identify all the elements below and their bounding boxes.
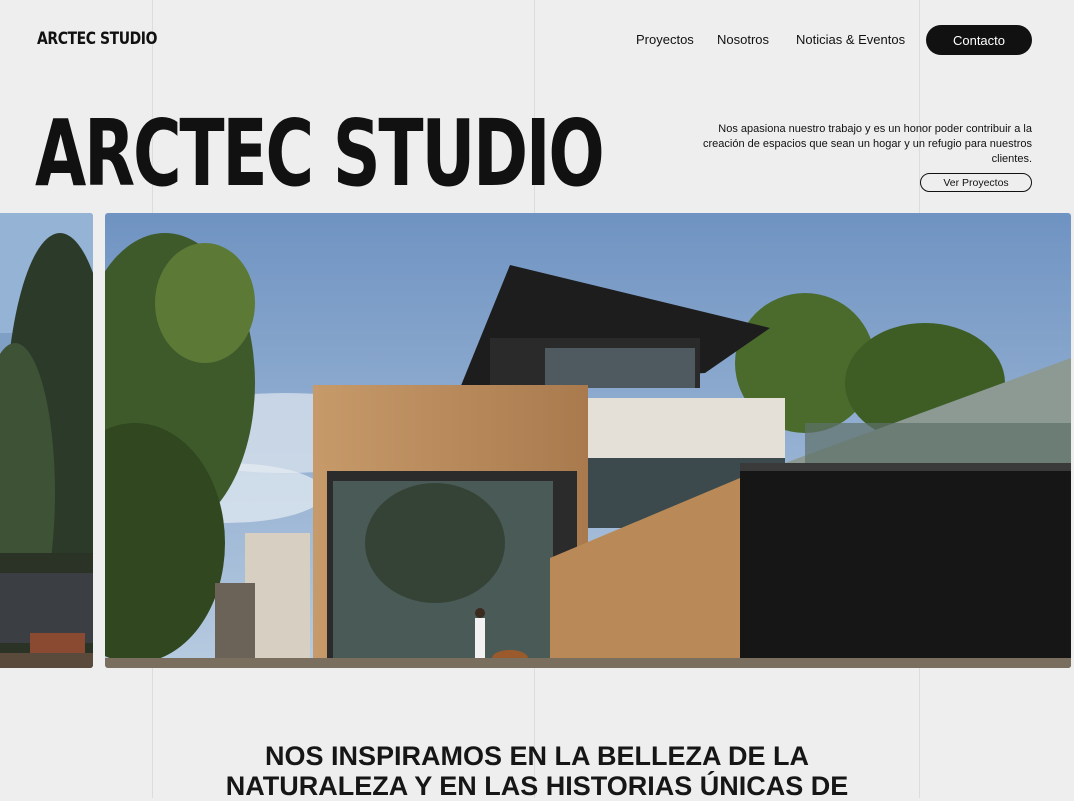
nav-link-proyectos[interactable]: Proyectos — [636, 32, 694, 47]
mission-line-2: NATURALEZA Y EN LAS HISTORIAS ÚNICAS DE — [225, 771, 849, 801]
site-logo[interactable]: ARCTEC STUDIO — [37, 29, 157, 49]
view-projects-button[interactable]: Ver Proyectos — [920, 173, 1032, 192]
mission-heading: NOS INSPIRAMOS EN LA BELLEZA DE LA NATUR… — [0, 741, 1074, 801]
carousel-slide-previous[interactable] — [0, 213, 93, 668]
mission-line-1: NOS INSPIRAMOS EN LA BELLEZA DE LA — [264, 741, 810, 771]
garden-photo — [0, 213, 93, 668]
hero-intro-text: Nos apasiona nuestro trabajo y es un hon… — [703, 123, 1032, 165]
nav-link-noticias-eventos[interactable]: Noticias & Eventos — [796, 32, 905, 47]
contact-button[interactable]: Contacto — [926, 25, 1032, 55]
hero-image — [105, 213, 1071, 668]
hero-title: ARCTEC STUDIO — [35, 100, 605, 207]
house-photo — [105, 213, 1071, 668]
nav-link-nosotros[interactable]: Nosotros — [717, 32, 769, 47]
